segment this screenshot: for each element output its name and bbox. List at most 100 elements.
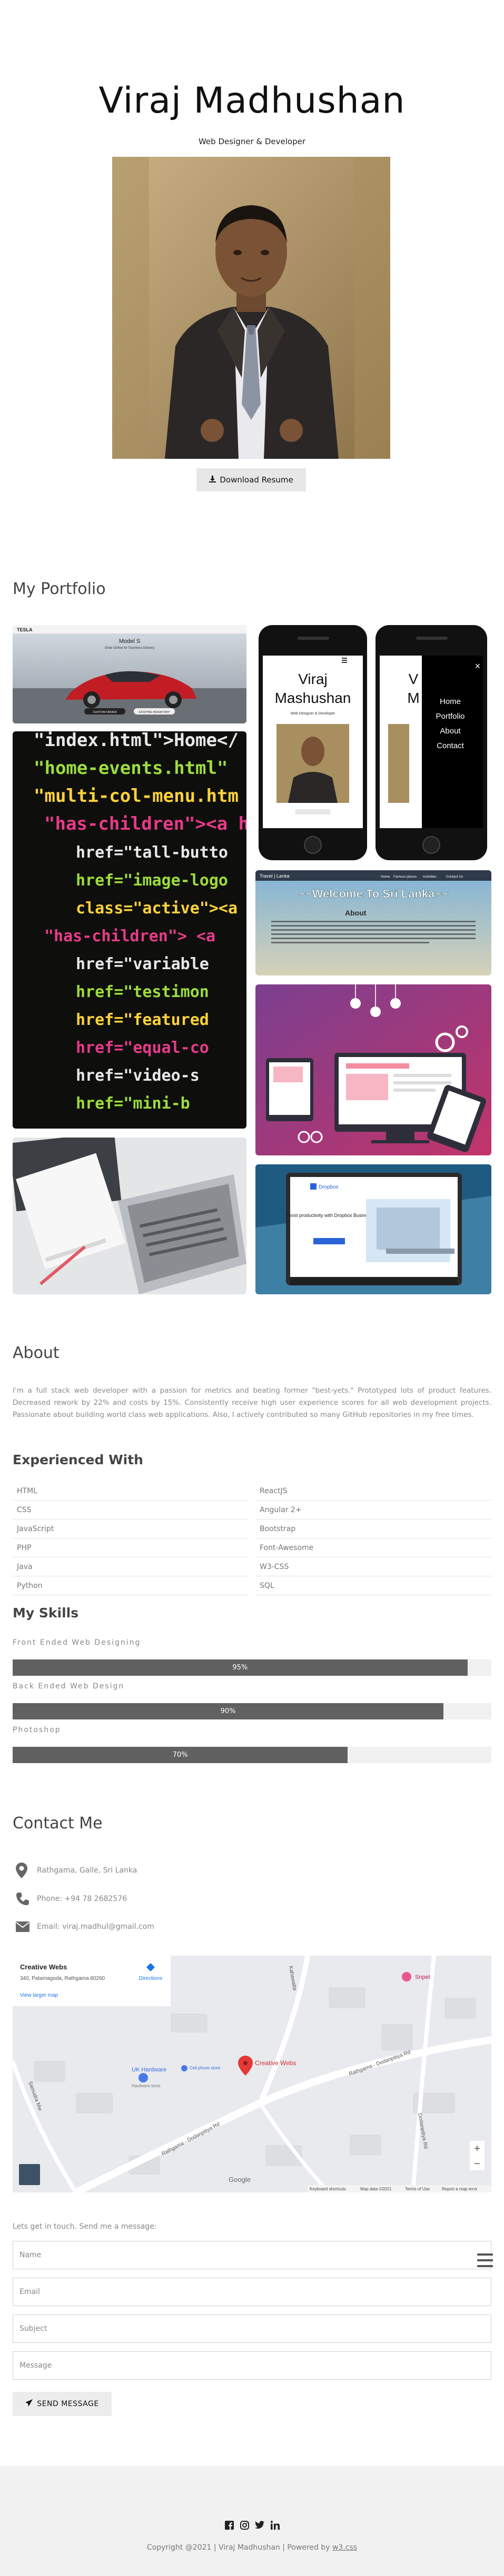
skill-bar: 90%: [13, 1703, 491, 1719]
experienced-item: ReactJS: [255, 1482, 491, 1501]
map-brand: Google: [229, 2176, 251, 2183]
footer-w3css-link[interactable]: w3.css: [332, 2543, 357, 2552]
landing-logo: Dropbox: [319, 1184, 339, 1190]
contact-address-text: Rathgama, Galle, Sri Lanka: [37, 1866, 137, 1875]
portfolio-item-travel[interactable]: Travel | Lanka Home Famous places Activi…: [255, 870, 491, 975]
skill-percent: 95%: [232, 1664, 248, 1672]
code-line: class="active"><a h: [76, 899, 246, 918]
portfolio-item-mobile[interactable]: Viraj Mashushan Web Designer & Developer…: [255, 625, 491, 861]
skill-bar-fill: 70%: [13, 1747, 348, 1763]
travel-nav: Famous places: [393, 875, 417, 879]
phone-menu-close: ×: [475, 661, 481, 671]
portfolio-item-landing[interactable]: Dropbox Boost productivity with Dropbox …: [255, 1164, 491, 1294]
map-zoom-out: −: [474, 2158, 480, 2170]
phone-menu-item: Home: [440, 697, 461, 706]
experienced-item: Python: [13, 1576, 248, 1595]
code-line: href="variable: [76, 955, 209, 973]
experienced-title: Experienced With: [13, 1452, 143, 1467]
code-line: "has-children"><a h: [44, 813, 246, 834]
travel-nav: Activities: [423, 875, 437, 879]
code-line: href="image-logo: [76, 871, 228, 890]
skill-bar-fill: 95%: [13, 1659, 468, 1676]
skill-percent: 90%: [220, 1707, 236, 1715]
download-resume-button[interactable]: Download Resume: [196, 468, 306, 491]
travel-heading: ~~Welcome To Sri Lanka~~: [299, 887, 448, 900]
hero-name: Viraj Madhushan: [98, 80, 406, 122]
phone-profile-first: Viraj: [298, 671, 328, 687]
svg-text:M: M: [407, 690, 419, 706]
code-line: href="testimon: [76, 983, 209, 1001]
tesla-model: Model S: [119, 638, 140, 645]
experienced-item: Angular 2+: [255, 1501, 491, 1520]
linkedin-icon[interactable]: [270, 2520, 280, 2530]
send-message-label: SEND MESSAGE: [37, 2400, 99, 2408]
travel-nav: Contact Us: [446, 875, 463, 879]
name-input[interactable]: [13, 2241, 491, 2269]
google-map[interactable]: Rathgama - Dodanpitiya Rd Rathgama - Dod…: [13, 1956, 491, 2192]
code-line: href="equal-co: [76, 1039, 209, 1057]
experienced-item: W3-CSS: [255, 1557, 491, 1576]
portfolio-title: My Portfolio: [13, 580, 106, 598]
phone-menu-item: Portfolio: [436, 712, 465, 721]
contact-address: Rathgama, Galle, Sri Lanka: [13, 1860, 137, 1881]
menu-toggle-icon[interactable]: [477, 2253, 493, 2267]
tesla-custom-order: CUSTOM ORDER: [93, 711, 116, 714]
phone-icon: [13, 1892, 37, 1906]
portfolio-item-code[interactable]: "index.html">Home</ "home-events.html" "mu…: [13, 731, 246, 1129]
svg-text:V: V: [409, 671, 419, 687]
experienced-item: JavaScript: [13, 1520, 248, 1538]
phone-menu-item: Contact: [437, 741, 465, 750]
code-line: href="mini-b: [76, 1094, 190, 1113]
map-marker-icon: [13, 1863, 37, 1878]
experienced-item: SQL: [255, 1576, 491, 1595]
code-line: href="tall-butto: [76, 843, 228, 862]
phone-profile-last: Mashushan: [275, 690, 351, 706]
portfolio-item-desk[interactable]: [13, 1138, 246, 1294]
email-input[interactable]: [13, 2278, 491, 2306]
subject-input[interactable]: [13, 2315, 491, 2343]
experienced-item: PHP: [13, 1538, 248, 1557]
experienced-item: HTML: [13, 1482, 248, 1501]
send-message-button[interactable]: SEND MESSAGE: [13, 2392, 112, 2416]
travel-nav: Home: [381, 875, 390, 879]
map-pin-label: Creative Webs: [255, 2059, 296, 2067]
contact-title: Contact Me: [13, 1814, 103, 1833]
code-line: "multi-col-menu.htm: [34, 786, 239, 807]
map-zoom-in: +: [474, 2143, 480, 2155]
hero-subtitle: Web Designer & Developer: [198, 137, 306, 146]
skill-label: Front Ended Web Designing: [13, 1638, 141, 1647]
profile-photo: [112, 157, 390, 459]
skills-title: My Skills: [13, 1605, 79, 1621]
tesla-existing-inventory: EXISTING INVENTORY: [139, 711, 170, 714]
experienced-item: Java: [13, 1557, 248, 1576]
facebook-icon[interactable]: [224, 2520, 234, 2530]
instagram-icon[interactable]: [240, 2520, 249, 2530]
skill-percent: 70%: [172, 1751, 188, 1759]
contact-phone-text: Phone: +94 78 2682576: [37, 1895, 127, 1903]
map-place-cell: Cell phone store: [190, 2066, 221, 2070]
download-resume-label: Download Resume: [220, 475, 293, 485]
map-place-hardware: UK Hardware: [132, 2067, 166, 2073]
travel-brand: Travel | Lanka: [260, 873, 290, 879]
code-line: "index.html">Home</: [34, 731, 239, 751]
skill-bar-fill: 90%: [13, 1703, 444, 1719]
about-paragraph: I'm a full stack web developer with a pa…: [13, 1386, 491, 1419]
footer: Copyright @2021 | Viraj Madhushan | Powe…: [0, 2466, 504, 2576]
portfolio-item-tesla[interactable]: TESLA Model S Order Online for Touchless…: [13, 625, 246, 723]
form-note: Lets get in touch. Send me a message:: [13, 2222, 157, 2231]
social-links: [0, 2520, 504, 2530]
contact-email: Email: viraj.madhul@gmail.com: [13, 1916, 154, 1937]
code-line: href="video-s: [76, 1066, 200, 1085]
message-input[interactable]: [13, 2351, 491, 2380]
landing-heading: Boost productivity with Dropbox Business: [285, 1213, 373, 1218]
portfolio-item-responsive[interactable]: [255, 984, 491, 1155]
envelope-icon: [13, 1921, 37, 1932]
tesla-tagline: Order Online for Touchless Delivery: [105, 647, 155, 650]
skill-bar: 70%: [13, 1747, 491, 1763]
twitter-icon[interactable]: [255, 2520, 264, 2530]
code-line: "has-children"> <a: [44, 927, 215, 945]
map-footer-item: Map data ©2021: [360, 2187, 392, 2191]
phone-profile-sub: Web Designer & Developer: [291, 712, 335, 716]
code-line: href="featured: [76, 1011, 209, 1029]
contact-phone: Phone: +94 78 2682576: [13, 1888, 127, 1909]
